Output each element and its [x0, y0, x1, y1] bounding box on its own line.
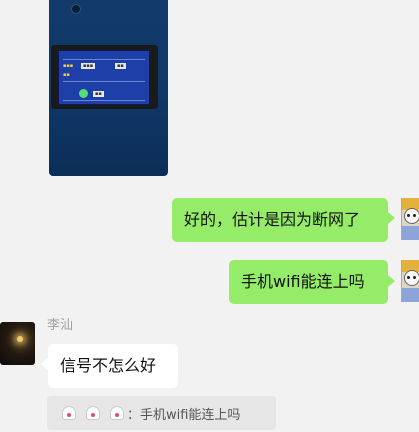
photo-control-panel: ▪▪▪ ▪▪▪ ▪▪ ▪▪ ▪▪ [51, 45, 158, 109]
avatar-eye [407, 276, 410, 279]
photo-bolt [71, 4, 81, 14]
avatar-eye [407, 214, 410, 217]
ghost-emoji-icon [61, 404, 77, 422]
message-text: 手机wifi能连上吗 [241, 272, 365, 291]
photo-val2: ▪▪ [115, 63, 126, 69]
my-message-bubble-2[interactable]: 手机wifi能连上吗 [229, 260, 388, 304]
message-text: 信号不怎么好 [60, 356, 157, 375]
photo-line3 [63, 100, 145, 101]
photo-indicator [79, 89, 88, 98]
avatar-shirt [402, 288, 419, 302]
avatar-eye [413, 214, 416, 217]
photo-lbl2: ▪▪ [63, 72, 70, 78]
ghost-emoji-icon [109, 404, 125, 422]
ghost-emoji-icon [85, 404, 101, 422]
photo-lbl: ▪▪▪ [63, 63, 74, 69]
photo-message[interactable]: ▪▪▪ ▪▪▪ ▪▪ ▪▪ ▪▪ [49, 0, 168, 176]
sender-name: 李汕 [47, 318, 74, 333]
avatar-eye [413, 276, 416, 279]
bubble-tail [41, 358, 48, 370]
message-text: 好的，估计是因为断网了 [184, 210, 361, 229]
their-message-bubble[interactable]: 信号不怎么好 [48, 344, 178, 388]
photo-line2 [63, 81, 145, 82]
photo-screen: ▪▪▪ ▪▪▪ ▪▪ ▪▪ ▪▪ [58, 50, 150, 105]
avatar-light [17, 336, 23, 342]
photo-val: ▪▪▪ [81, 63, 96, 69]
bubble-tail [388, 275, 395, 287]
photo-val3: ▪▪ [93, 91, 104, 97]
quote-text: ：手机wifi能连上吗 [127, 407, 241, 423]
contact-avatar[interactable] [0, 322, 35, 365]
bubble-tail [388, 212, 395, 224]
avatar-shirt [402, 226, 419, 240]
photo-line [63, 59, 145, 60]
my-avatar[interactable] [401, 198, 419, 240]
my-avatar[interactable] [401, 260, 419, 302]
my-message-bubble-1[interactable]: 好的，估计是因为断网了 [172, 198, 388, 242]
quoted-message[interactable]: ：手机wifi能连上吗 [47, 396, 276, 430]
